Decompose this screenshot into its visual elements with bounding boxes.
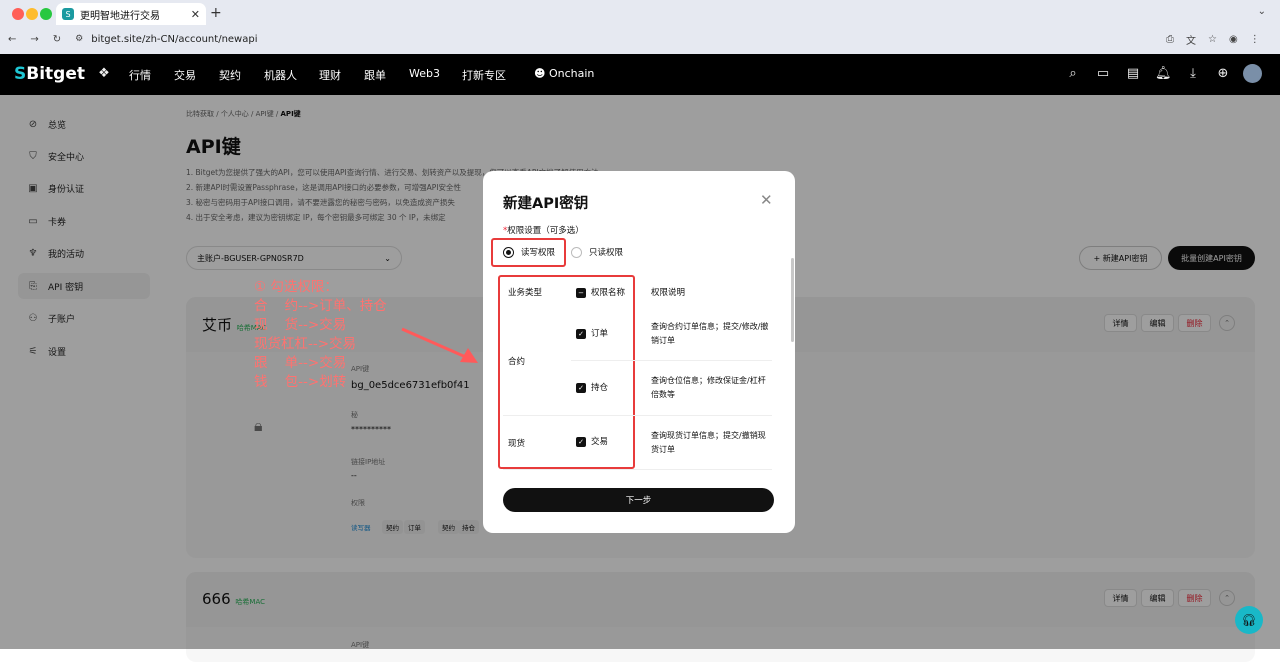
site-info-icon[interactable]: ⚙ — [75, 34, 83, 44]
checkbox-checked-icon: ✓ — [576, 436, 586, 447]
radio-read-write[interactable]: 读写权限 — [503, 246, 555, 258]
url-bar[interactable]: bitget.site/zh-CN/account/newapi — [91, 34, 257, 45]
bookmark-star-icon[interactable]: ☆ — [1208, 34, 1217, 45]
new-tab-button[interactable]: + — [210, 5, 222, 21]
nav-launch[interactable]: 打新专区 — [462, 67, 506, 83]
col-header-desc: 权限说明 — [651, 288, 686, 298]
maximize-window-button[interactable] — [40, 8, 52, 20]
bitget-logo[interactable]: SBitget — [14, 64, 85, 84]
nav-bots[interactable]: 机器人 — [264, 67, 297, 83]
radio-selected-icon — [503, 246, 514, 258]
reload-icon[interactable]: ↻ — [53, 34, 61, 45]
next-step-button[interactable]: 下一步 — [503, 488, 774, 512]
forward-icon[interactable]: → — [30, 34, 38, 45]
orders-icon[interactable]: ▤ — [1125, 66, 1141, 82]
col-header-name[interactable]: − 权限名称 — [576, 286, 625, 298]
nav-market[interactable]: 行情 — [129, 67, 151, 83]
translate-icon[interactable]: 文 — [1186, 32, 1196, 47]
minimize-window-button[interactable] — [26, 8, 38, 20]
close-tab-icon[interactable]: ✕ — [191, 8, 200, 21]
row-divider — [571, 360, 772, 361]
apps-grid-icon[interactable]: ❖ — [96, 66, 112, 82]
install-icon[interactable]: ⎙ — [1166, 34, 1174, 45]
section-label-text: 权限设置（可多选） — [507, 226, 584, 236]
profile-icon[interactable]: ◉ — [1229, 34, 1238, 45]
wallet-icon[interactable]: ▭ — [1095, 66, 1111, 82]
nav-onchain[interactable]: ☻ Onchain — [534, 67, 594, 80]
col-header-type: 业务类型 — [508, 288, 543, 298]
tab-title: 更明智地进行交易 — [80, 10, 160, 22]
avatar[interactable] — [1243, 64, 1262, 83]
type-cell: 合约 — [508, 357, 526, 367]
nav-earn[interactable]: 理财 — [319, 67, 341, 83]
row-divider — [503, 415, 772, 416]
dialog-title: 新建API密钥 — [503, 196, 589, 212]
annotation-text: ① 勾选权限： 合 约-->订单、持仓 现 货-->交易 现货杠杠-->交易 跟… — [254, 279, 387, 390]
type-cell: 现货 — [508, 439, 526, 449]
perm-desc: 查询现货订单信息；提交/撤销现货订单 — [651, 431, 766, 454]
close-icon[interactable]: ✕ — [760, 191, 773, 209]
new-api-key-dialog: 新建API密钥 ✕ *权限设置（可多选） 读写权限 只读权限 业务类型 − 权限名… — [483, 171, 795, 533]
browser-tab[interactable]: S 更明智地进行交易 ✕ — [56, 3, 206, 25]
menu-dots-icon[interactable]: ⋮ — [1250, 34, 1260, 45]
nav-trade[interactable]: 交易 — [174, 67, 196, 83]
perm-checkbox-order[interactable]: ✓ 订单 — [576, 327, 608, 339]
annotation-arrow-icon — [401, 327, 478, 363]
checkbox-partial-icon: − — [576, 287, 586, 298]
checkbox-checked-icon: ✓ — [576, 382, 586, 393]
checkbox-checked-icon: ✓ — [576, 328, 586, 339]
nav-futures[interactable]: 契约 — [219, 67, 241, 83]
search-icon[interactable]: ⌕ — [1065, 66, 1081, 82]
back-icon[interactable]: ← — [8, 34, 16, 45]
radio-read-only[interactable]: 只读权限 — [571, 246, 623, 258]
globe-icon[interactable]: ⊕ — [1215, 66, 1231, 82]
perm-name: 订单 — [591, 329, 609, 339]
perm-name: 持仓 — [591, 383, 609, 393]
download-icon[interactable]: ⤓ — [1185, 66, 1201, 82]
onchain-icon: ☻ — [534, 67, 546, 80]
radio-label: 读写权限 — [521, 248, 556, 258]
radio-label: 只读权限 — [589, 248, 624, 258]
col-header-name-text: 权限名称 — [591, 288, 626, 298]
perm-checkbox-position[interactable]: ✓ 持仓 — [576, 381, 608, 393]
permission-section-label: *权限设置（可多选） — [503, 224, 584, 236]
nav-copy[interactable]: 跟单 — [364, 67, 386, 83]
perm-desc: 查询仓位信息；修改保证金/杠杆倍数等 — [651, 376, 766, 399]
support-headset-icon[interactable]: 🎧︎ — [1235, 606, 1263, 634]
radio-unselected-icon — [571, 246, 582, 258]
close-window-button[interactable] — [12, 8, 24, 20]
perm-desc: 查询合约订单信息；提交/修改/撤销订单 — [651, 322, 769, 345]
perm-checkbox-trade[interactable]: ✓ 交易 — [576, 435, 608, 447]
row-divider — [503, 469, 772, 470]
nav-web3[interactable]: Web3 — [409, 67, 440, 80]
browser-chrome: S 更明智地进行交易 ✕ + ⌄ ← → ↻ ⚙ bitget.site/zh-… — [0, 0, 1280, 54]
dialog-scrollbar[interactable] — [791, 258, 794, 342]
tab-list-icon[interactable]: ⌄ — [1258, 6, 1266, 17]
bell-icon[interactable]: 🔔︎ — [1155, 66, 1172, 82]
perm-name: 交易 — [591, 437, 609, 447]
top-navigation: SBitget ❖ 行情 交易 契约 机器人 理财 跟单 Web3 打新专区 ☻… — [0, 54, 1280, 95]
bitget-favicon-icon: S — [62, 8, 74, 20]
